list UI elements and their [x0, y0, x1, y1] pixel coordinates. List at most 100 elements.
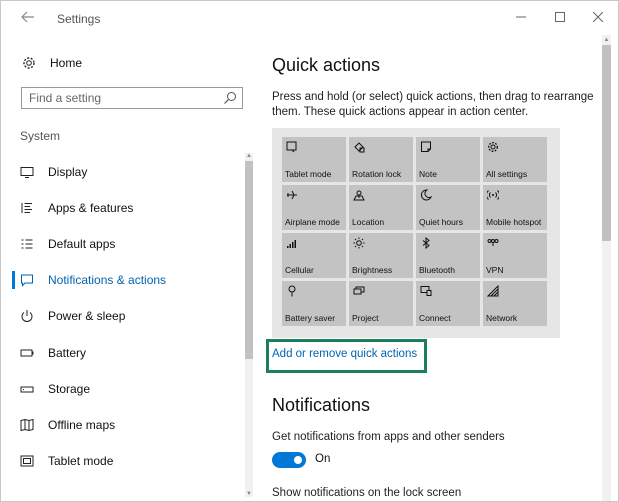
tile-label: Connect	[419, 313, 451, 323]
tile-network[interactable]: Network	[483, 281, 547, 326]
page-title: Quick actions	[272, 55, 381, 75]
gear-icon	[487, 141, 499, 153]
tile-label: Battery saver	[285, 313, 336, 323]
quick-actions-grid: Tablet mode Rotation lock Note All setti…	[272, 128, 560, 338]
tile-label: Tablet mode	[285, 169, 332, 179]
notifications-heading: Notifications	[272, 395, 371, 415]
tile-airplane-mode[interactable]: Airplane mode	[282, 185, 346, 230]
sidebar-item-offline-maps[interactable]: Offline maps	[19, 414, 115, 436]
tile-label: Project	[352, 313, 379, 323]
tile-vpn[interactable]: VPN	[483, 233, 547, 278]
rotation-lock-icon	[353, 141, 365, 153]
tile-label: Brightness	[352, 265, 393, 275]
display-icon	[19, 164, 35, 180]
brightness-icon	[353, 237, 365, 249]
notifications-icon	[19, 272, 35, 288]
note-icon	[420, 141, 432, 153]
notifications-description: Get notifications from apps and other se…	[272, 431, 505, 443]
sidebar-item-apps-features[interactable]: Apps & features	[19, 197, 133, 219]
sidebar-item-label: Offline maps	[48, 418, 116, 432]
active-indicator	[12, 271, 15, 289]
sidebar-item-label: Default apps	[48, 237, 116, 251]
network-icon	[487, 285, 499, 297]
sidebar-item-label: Battery	[48, 346, 87, 360]
tile-connect[interactable]: Connect	[416, 281, 480, 326]
tile-label: Mobile hotspot	[486, 217, 542, 227]
connect-icon	[420, 285, 432, 297]
tile-location[interactable]: Location	[349, 185, 413, 230]
close-button[interactable]	[588, 10, 608, 26]
tile-label: Location	[352, 217, 385, 227]
tile-label: Network	[486, 313, 518, 323]
search-icon[interactable]	[223, 91, 237, 105]
tile-cellular[interactable]: Cellular	[282, 233, 346, 278]
tile-bluetooth[interactable]: Bluetooth	[416, 233, 480, 278]
sidebar-item-label: Tablet mode	[48, 454, 114, 468]
project-icon	[353, 285, 365, 297]
sidebar-item-home[interactable]: Home	[21, 52, 82, 74]
tablet-mode-icon	[286, 141, 298, 153]
sidebar-item-storage[interactable]: Storage	[19, 378, 90, 400]
airplane-icon	[286, 189, 298, 201]
quick-actions-description: Press and hold (or select) quick actions…	[272, 91, 594, 118]
scroll-down-icon[interactable]: ▼	[245, 491, 253, 497]
scrollbar-thumb[interactable]	[245, 161, 253, 359]
tile-rotation-lock[interactable]: Rotation lock	[349, 137, 413, 182]
sidebar-item-label: Apps & features	[48, 201, 134, 215]
bluetooth-icon	[420, 237, 432, 249]
scroll-up-icon[interactable]: ▲	[245, 153, 253, 159]
storage-icon	[19, 381, 35, 397]
location-icon	[353, 189, 365, 201]
sidebar-scrollbar[interactable]: ▲ ▼	[245, 153, 253, 497]
search-input[interactable]	[29, 90, 219, 106]
tile-label: Cellular	[285, 265, 314, 275]
tile-label: All settings	[486, 169, 528, 179]
sidebar-item-display[interactable]: Display	[19, 161, 87, 183]
toggle-state-label: On	[315, 453, 331, 465]
tile-label: VPN	[486, 265, 504, 275]
tablet-icon	[19, 453, 35, 469]
moon-icon	[420, 189, 432, 201]
sidebar-item-label: Storage	[48, 382, 91, 396]
sidebar-item-battery[interactable]: Battery	[19, 342, 86, 364]
notifications-toggle[interactable]	[272, 452, 306, 468]
sidebar-item-power-sleep[interactable]: Power & sleep	[19, 305, 125, 327]
sidebar-item-label: Display	[48, 165, 88, 179]
tile-quiet-hours[interactable]: Quiet hours	[416, 185, 480, 230]
back-arrow-icon[interactable]	[21, 11, 41, 25]
map-icon	[19, 417, 35, 433]
tile-label: Note	[419, 169, 437, 179]
sidebar-item-notifications[interactable]: Notifications & actions	[19, 269, 166, 291]
tile-label: Bluetooth	[419, 265, 455, 275]
add-remove-quick-actions-link[interactable]: Add or remove quick actions	[272, 348, 417, 360]
tile-mobile-hotspot[interactable]: Mobile hotspot	[483, 185, 547, 230]
sidebar-item-label: Power & sleep	[48, 309, 126, 323]
hotspot-icon	[487, 189, 499, 201]
vpn-icon	[487, 237, 499, 249]
tile-note[interactable]: Note	[416, 137, 480, 182]
maximize-button[interactable]	[550, 10, 570, 26]
tile-all-settings[interactable]: All settings	[483, 137, 547, 182]
tile-label: Airplane mode	[285, 217, 340, 227]
main-scrollbar[interactable]: ▲	[602, 35, 611, 501]
search-box[interactable]	[21, 87, 243, 109]
gear-icon	[21, 55, 37, 71]
apps-features-icon	[19, 200, 35, 216]
minimize-button[interactable]	[511, 10, 531, 26]
scroll-up-icon[interactable]: ▲	[602, 37, 611, 43]
section-label-system: System	[20, 129, 61, 143]
main-content: Quick actions Press and hold (or select)…	[256, 35, 601, 501]
tile-project[interactable]: Project	[349, 281, 413, 326]
tile-label: Quiet hours	[419, 217, 463, 227]
scrollbar-thumb[interactable]	[602, 45, 611, 241]
tile-tablet-mode[interactable]: Tablet mode	[282, 137, 346, 182]
sidebar-item-default-apps[interactable]: Default apps	[19, 233, 115, 255]
tile-battery-saver[interactable]: Battery saver	[282, 281, 346, 326]
cellular-icon	[286, 237, 298, 249]
window-title: Settings	[57, 12, 101, 26]
tile-brightness[interactable]: Brightness	[349, 233, 413, 278]
toggle-knob	[294, 456, 302, 464]
lock-screen-notifications-label: Show notifications on the lock screen	[272, 487, 462, 499]
sidebar: Home System Display Apps & features	[1, 35, 256, 501]
sidebar-item-tablet-mode[interactable]: Tablet mode	[19, 450, 113, 472]
